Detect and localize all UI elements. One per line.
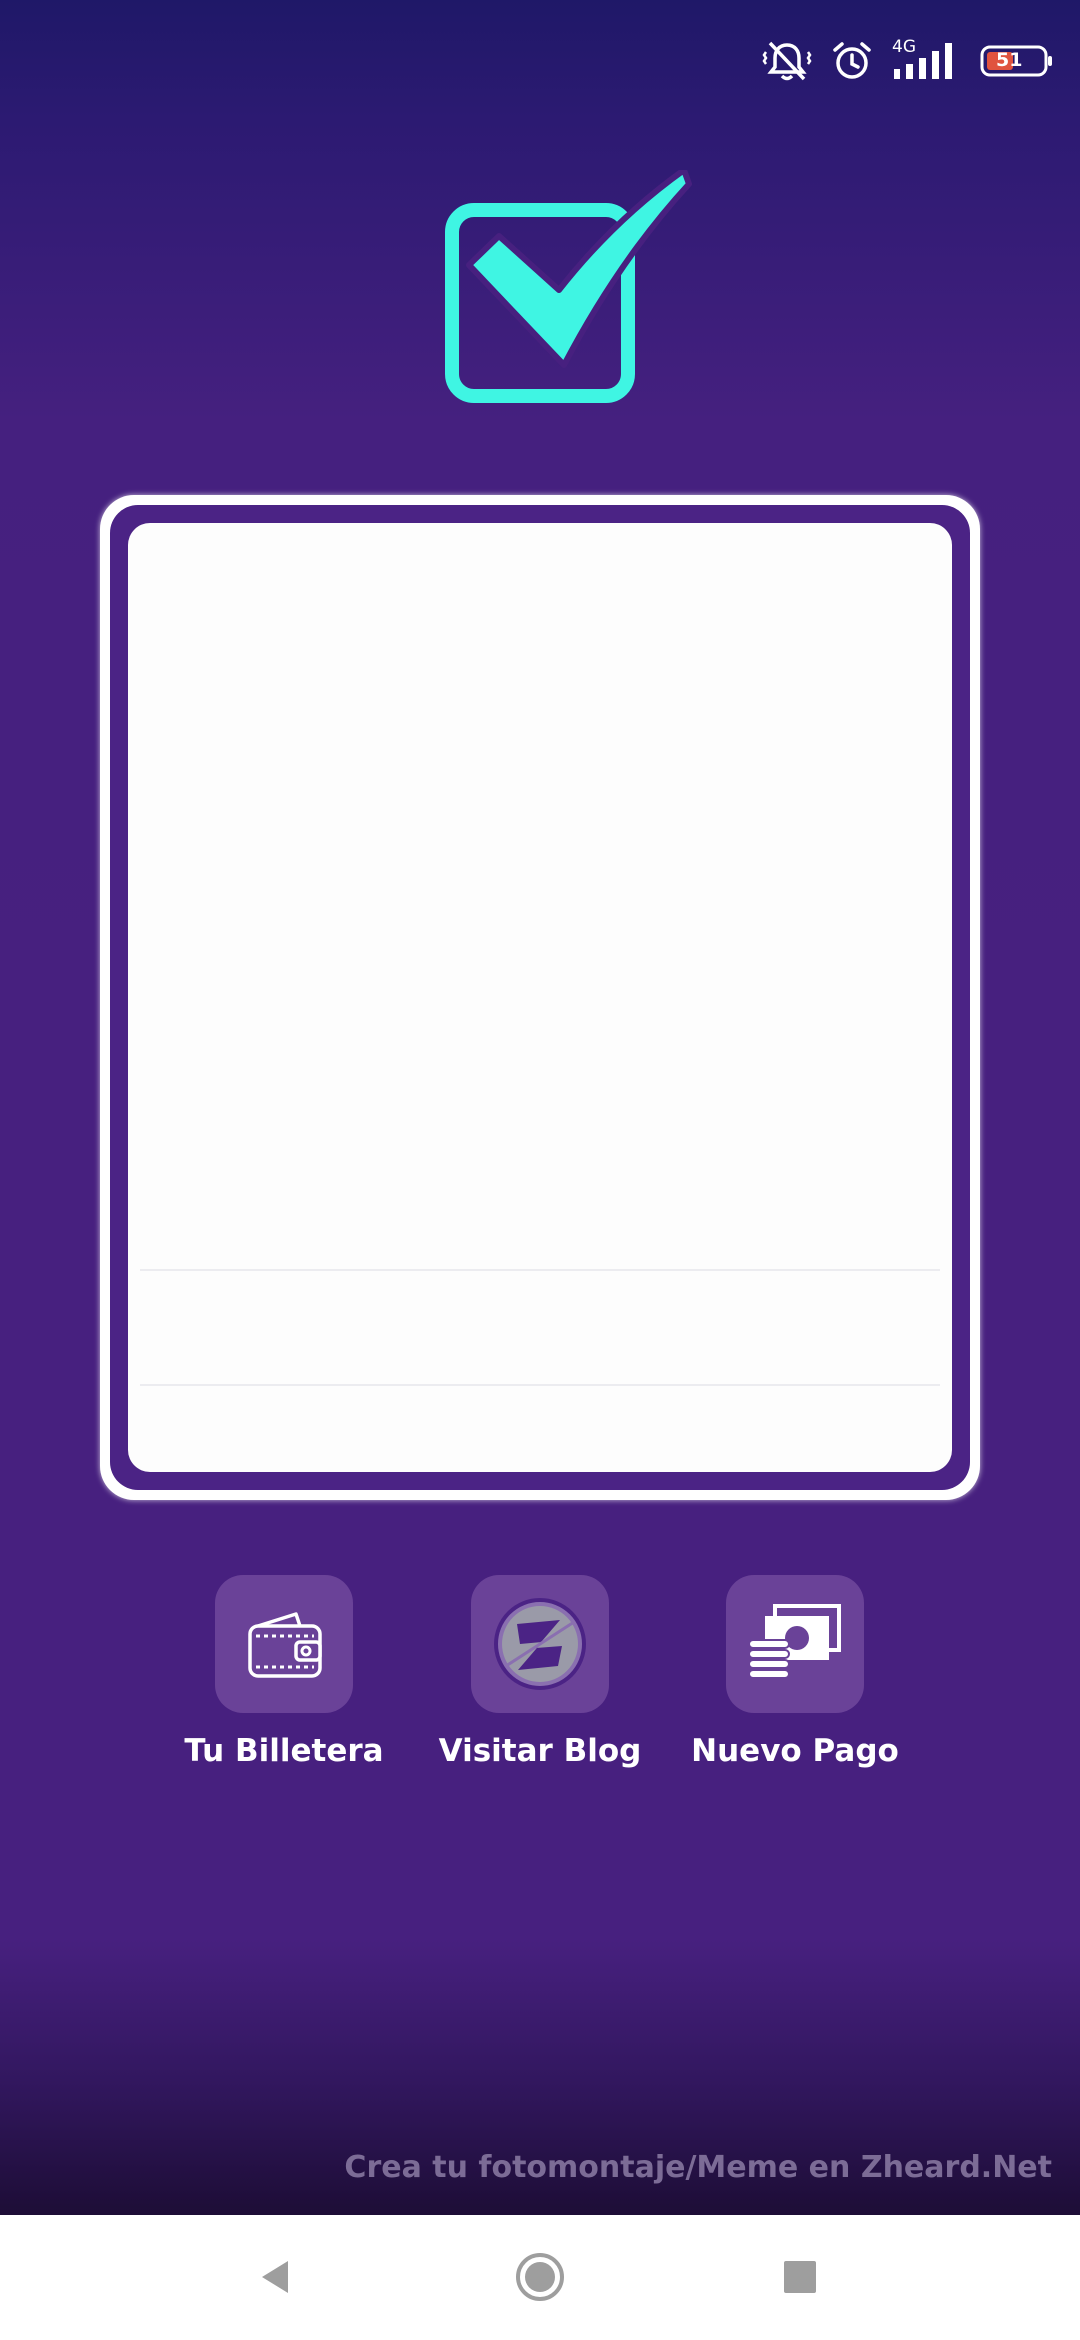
new-payment-tile[interactable] <box>726 1575 864 1713</box>
receipt-divider <box>140 1269 940 1271</box>
alarm-icon <box>830 39 874 83</box>
home-button[interactable] <box>510 2247 570 2307</box>
new-payment-button[interactable]: Nuevo Pago <box>680 1575 910 1775</box>
status-bar: 4G 51 <box>762 36 1054 86</box>
navigation-bar <box>0 2215 1080 2340</box>
receipt-content <box>128 523 952 1472</box>
battery-level: 51 <box>996 49 1023 71</box>
back-icon <box>262 2261 288 2293</box>
wallet-label: Tu Billetera <box>184 1733 384 1769</box>
recents-button[interactable] <box>770 2247 830 2307</box>
wallet-icon <box>248 1612 322 1678</box>
signal-icon: 4G <box>892 37 962 83</box>
blog-tile[interactable] <box>471 1575 609 1713</box>
receipt-divider <box>140 1384 940 1386</box>
new-payment-label: Nuevo Pago <box>691 1733 899 1769</box>
home-icon <box>516 2253 564 2301</box>
wallet-tile[interactable] <box>215 1575 353 1713</box>
blog-label: Visitar Blog <box>438 1733 642 1769</box>
receipt-card <box>100 495 980 1500</box>
wallet-button[interactable]: Tu Billetera <box>169 1575 399 1775</box>
receipt-border <box>110 505 970 1490</box>
success-checkbox-icon <box>444 167 694 410</box>
blog-logo-icon <box>494 1598 586 1690</box>
money-stack-icon <box>748 1604 841 1679</box>
app-screen: 4G 51 Tu Billetera Visitar Blog Nuevo Pa… <box>0 0 1080 2215</box>
watermark-text: Crea tu fotomontaje/Meme en Zheard.Net <box>344 2150 1052 2185</box>
blog-button[interactable]: Visitar Blog <box>425 1575 655 1775</box>
back-button[interactable] <box>246 2247 306 2307</box>
network-type: 4G <box>892 37 916 57</box>
mute-vibrate-icon <box>762 39 812 83</box>
battery-icon: 51 <box>980 44 1054 78</box>
recents-icon <box>784 2261 816 2293</box>
